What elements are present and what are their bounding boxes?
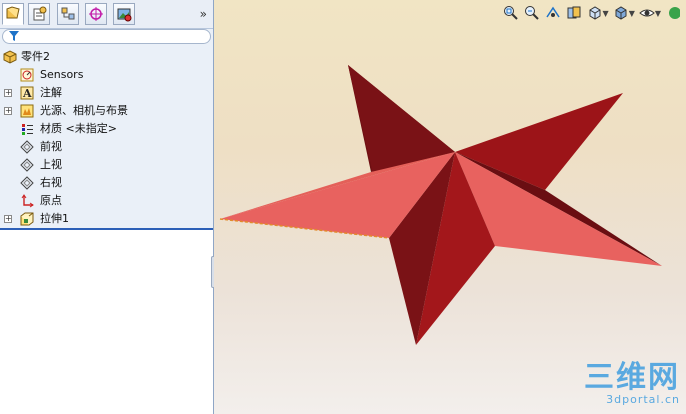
tree-item-label: 材质 <未指定> bbox=[40, 122, 117, 135]
manager-tabbar: » bbox=[0, 0, 213, 29]
tree-item-label: Sensors bbox=[40, 68, 84, 81]
expand-toggle[interactable]: + bbox=[4, 215, 12, 223]
extrude-icon bbox=[20, 212, 34, 226]
plane-icon bbox=[20, 158, 34, 172]
part-icon bbox=[3, 50, 17, 64]
material-icon bbox=[22, 124, 33, 135]
tree-item-extrude[interactable]: + 拉伸1 bbox=[0, 210, 213, 228]
tree-item-label: 注解 bbox=[40, 86, 62, 99]
feature-manager-panel: » 零件2 Sensors + A 注解 + 光源、相机与布景 材质 <未指定> bbox=[0, 0, 214, 414]
plane-icon bbox=[20, 140, 34, 154]
tree-item-material[interactable]: 材质 <未指定> bbox=[0, 120, 213, 138]
feature-tree-icon bbox=[6, 6, 20, 19]
tree-empty-area bbox=[0, 230, 213, 414]
tree-item-lights[interactable]: + 光源、相机与布景 bbox=[0, 102, 213, 120]
tree-item-origin[interactable]: 原点 bbox=[0, 192, 213, 210]
property-icon bbox=[33, 6, 47, 21]
tree-item-front-plane[interactable]: 前视 bbox=[0, 138, 213, 156]
tree-item-label: 光源、相机与布景 bbox=[40, 104, 128, 117]
tab-configurationmanager[interactable] bbox=[57, 3, 79, 25]
svg-text:A: A bbox=[22, 87, 32, 100]
tree-item-sensors[interactable]: Sensors bbox=[0, 66, 213, 84]
filter-icon bbox=[9, 31, 19, 41]
tree-item-right-plane[interactable]: 右视 bbox=[0, 174, 213, 192]
expand-toggle[interactable]: + bbox=[4, 89, 12, 97]
expand-toggle[interactable]: + bbox=[4, 107, 12, 115]
watermark: 三维网 3dportal.cn bbox=[584, 360, 680, 407]
tree-item-label: 拉伸1 bbox=[40, 212, 69, 225]
watermark-main: 三维网 bbox=[584, 360, 680, 395]
annotation-icon: A bbox=[20, 86, 34, 100]
origin-icon bbox=[21, 194, 34, 208]
tree-root-part[interactable]: 零件2 bbox=[0, 48, 213, 66]
sensor-icon bbox=[20, 68, 34, 82]
tree-item-annotations[interactable]: + A 注解 bbox=[0, 84, 213, 102]
tree-item-label: 右视 bbox=[40, 176, 62, 189]
configuration-icon bbox=[61, 7, 75, 20]
feature-tree: 零件2 Sensors + A 注解 + 光源、相机与布景 材质 <未指定> 前… bbox=[0, 48, 213, 228]
tree-item-top-plane[interactable]: 上视 bbox=[0, 156, 213, 174]
tab-display[interactable] bbox=[113, 3, 135, 25]
tab-more-button[interactable]: » bbox=[200, 7, 207, 21]
plane-icon bbox=[20, 176, 34, 190]
graphics-viewport[interactable]: ▼ ▼ ▼ 三维网 3dportal.cn bbox=[214, 0, 686, 414]
star-model[interactable] bbox=[214, 0, 686, 414]
tree-root-label: 零件2 bbox=[21, 50, 50, 63]
tree-item-label: 上视 bbox=[40, 158, 62, 171]
lights-icon bbox=[20, 104, 34, 118]
tree-item-label: 原点 bbox=[40, 194, 62, 207]
display-icon bbox=[117, 8, 132, 22]
target-icon bbox=[89, 7, 103, 21]
tab-propertymanager[interactable] bbox=[28, 3, 50, 25]
tab-featuremanager[interactable] bbox=[2, 3, 24, 25]
tree-filter-input[interactable] bbox=[2, 29, 211, 44]
tree-item-label: 前视 bbox=[40, 140, 62, 153]
tab-dimxpert[interactable] bbox=[85, 3, 107, 25]
